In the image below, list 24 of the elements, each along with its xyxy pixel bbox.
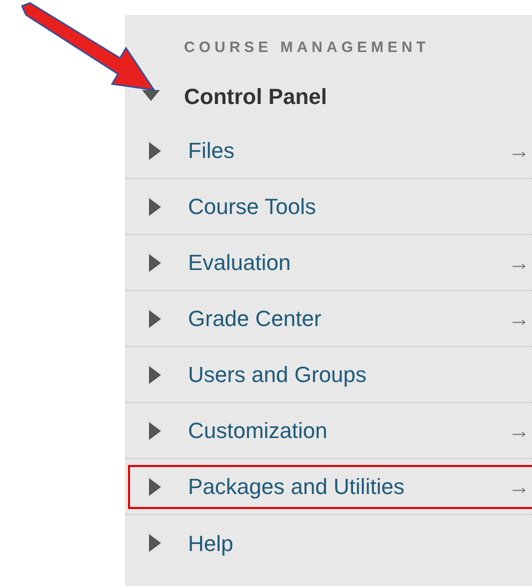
menu-item[interactable]: Help (130, 523, 532, 563)
caret-right-icon (149, 422, 161, 440)
arrow-link[interactable]: → (508, 302, 532, 335)
caret-down-icon (142, 90, 160, 102)
caret-right-icon (149, 534, 161, 552)
caret-right-icon (149, 310, 161, 328)
arrow-link[interactable]: → (508, 134, 532, 167)
arrow-link[interactable]: → (508, 246, 532, 279)
menu-item[interactable]: Customization → (130, 410, 532, 450)
menu-item[interactable]: Evaluation → (130, 242, 532, 282)
menu-item[interactable]: Files → (130, 130, 532, 170)
section-title: COURSE MANAGEMENT (183, 38, 431, 58)
menu-item[interactable]: Packages and Utilities → (130, 466, 532, 506)
caret-right-icon (149, 478, 161, 496)
caret-right-icon (149, 142, 161, 160)
menu-item[interactable]: Course Tools (130, 186, 532, 226)
caret-right-icon (149, 198, 161, 216)
menu-item[interactable]: Grade Center → (130, 298, 532, 338)
caret-right-icon (149, 254, 161, 272)
arrow-link[interactable]: → (508, 470, 532, 503)
arrow-link[interactable]: → (508, 414, 532, 447)
caret-right-icon (149, 366, 161, 384)
control-panel-header[interactable]: Control Panel (125, 69, 532, 123)
menu-item[interactable]: Users and Groups (130, 354, 532, 394)
